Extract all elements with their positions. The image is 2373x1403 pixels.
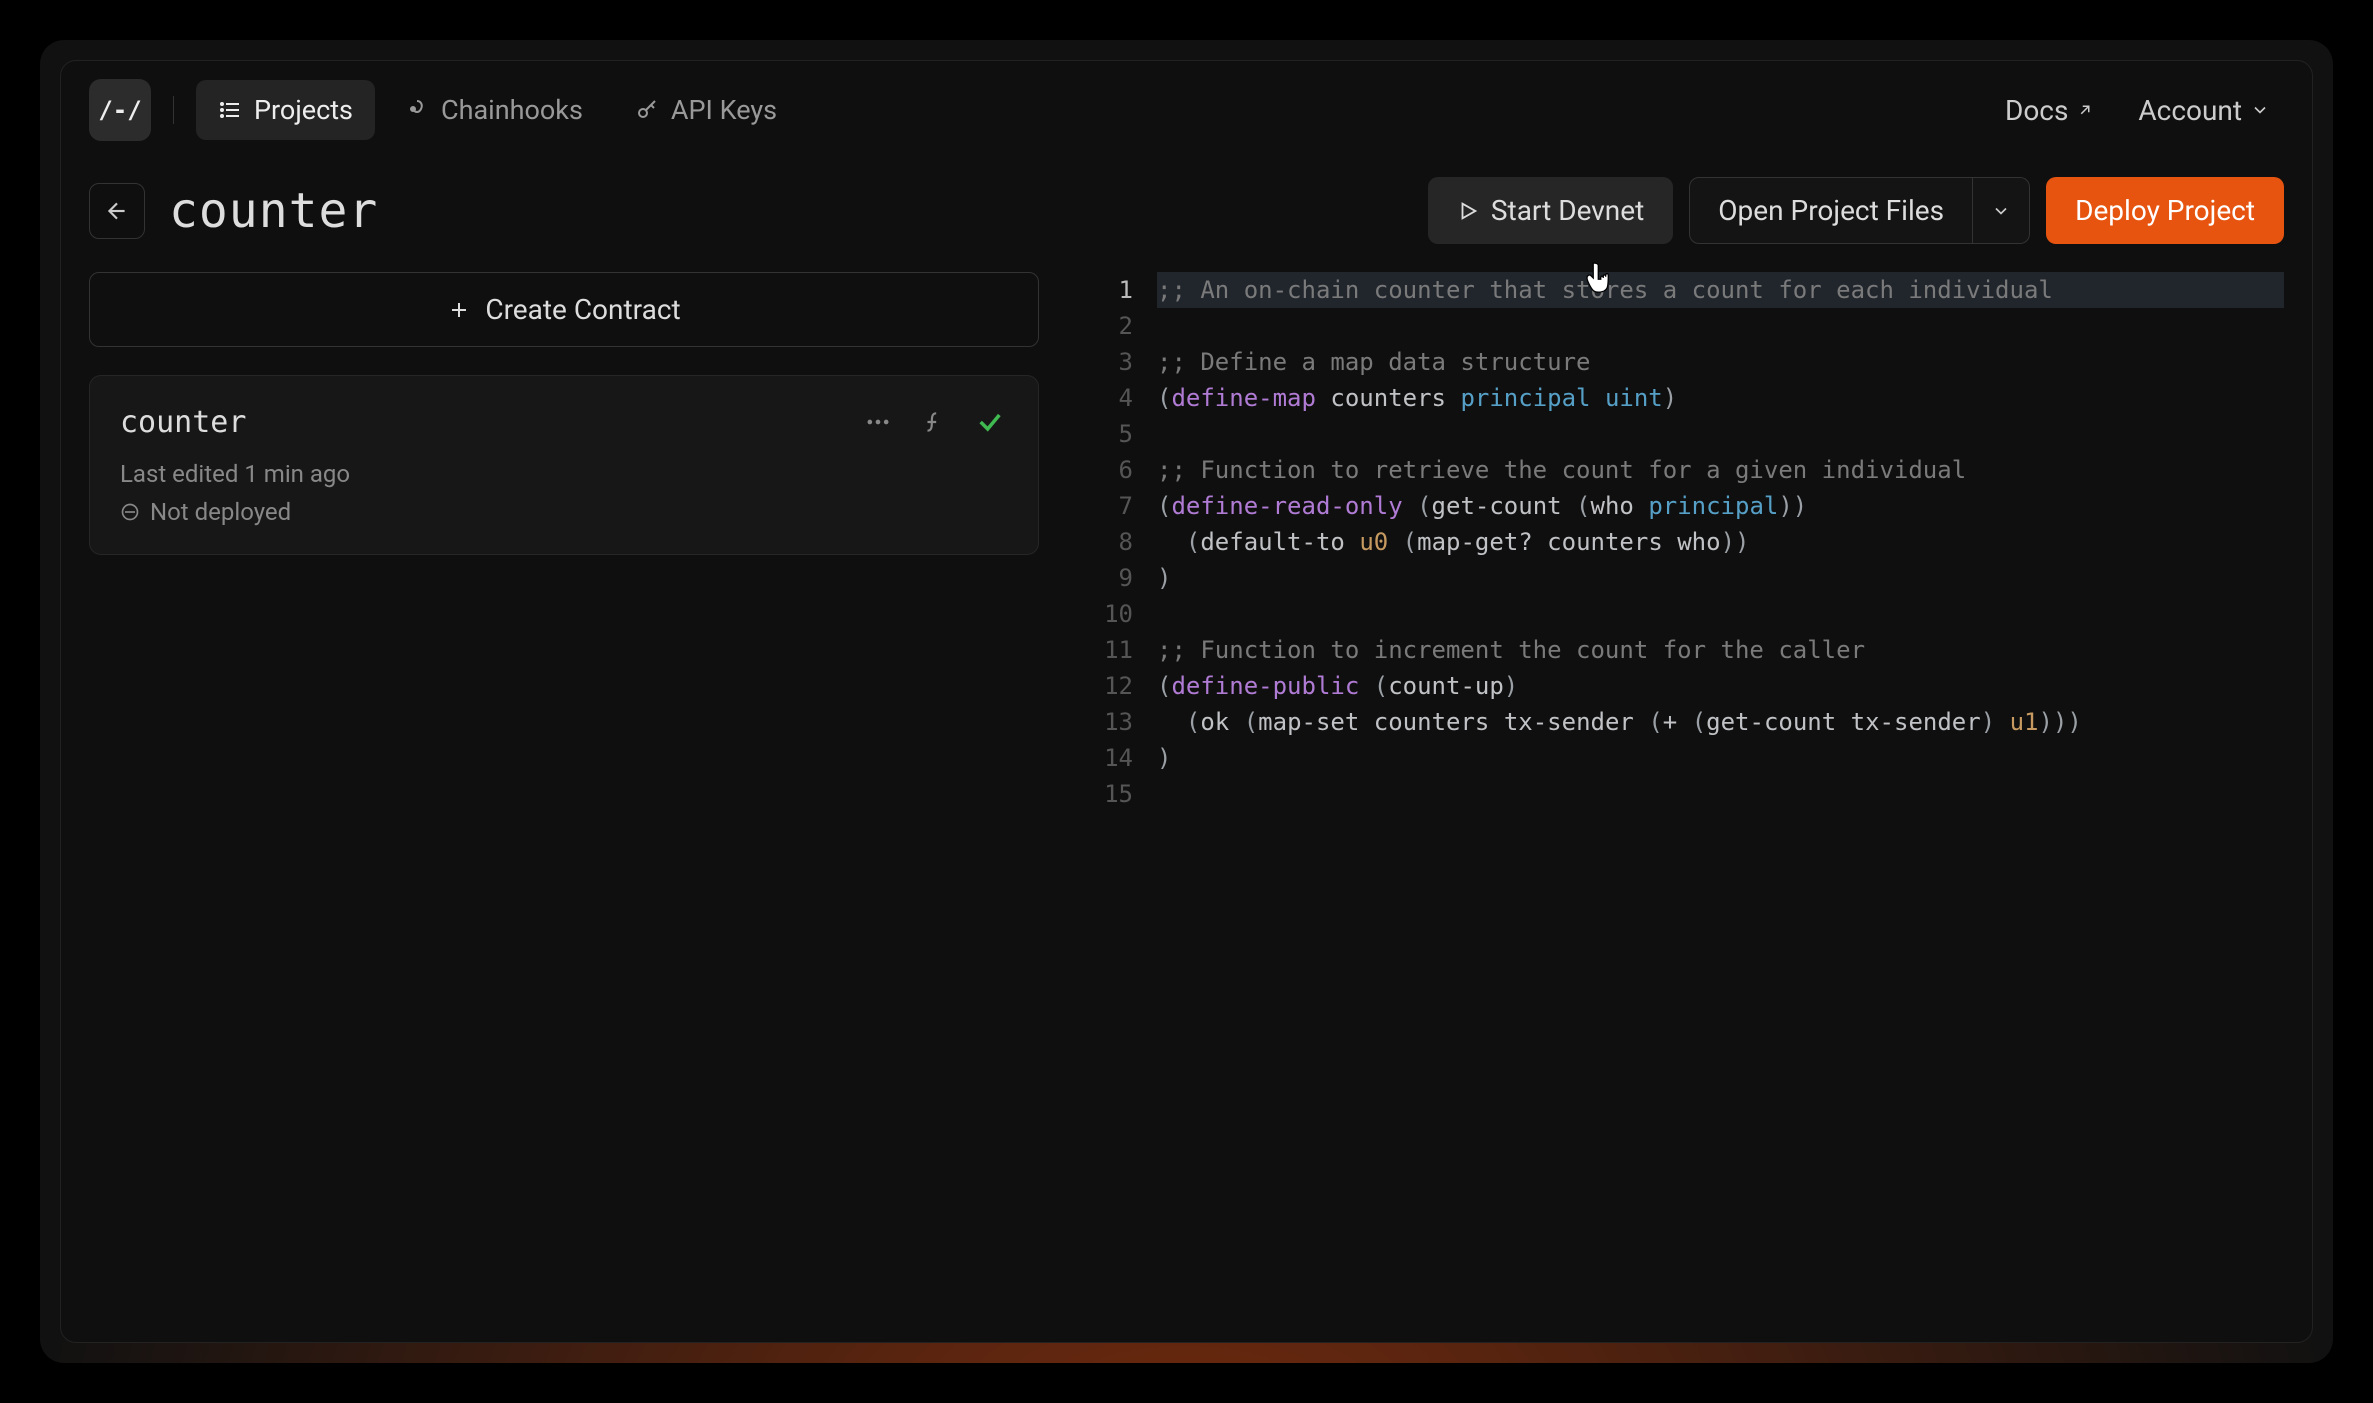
last-edited-label: Last edited 1 min ago	[120, 460, 1008, 488]
divider	[173, 96, 174, 124]
contract-card[interactable]: counter Last edited 1 min ago	[89, 375, 1039, 555]
project-title: counter	[169, 183, 378, 239]
play-icon	[1457, 200, 1479, 222]
line-number: 11	[1087, 632, 1133, 668]
nav-label: Chainhooks	[441, 94, 583, 126]
start-devnet-button[interactable]: Start Devnet	[1428, 177, 1673, 244]
chevron-down-icon	[2250, 100, 2270, 120]
line-number: 15	[1087, 776, 1133, 812]
topbar: /-/ Projects Chainhooks	[61, 61, 2312, 159]
docs-link[interactable]: Docs	[1991, 86, 2108, 135]
code-content[interactable]: ;; An on-chain counter that stores a cou…	[1157, 272, 2284, 1314]
open-files-dropdown[interactable]	[1973, 177, 2030, 244]
more-icon[interactable]	[860, 404, 896, 440]
line-number: 14	[1087, 740, 1133, 776]
sidebar: Create Contract counter	[89, 272, 1039, 1314]
code-line[interactable]: )	[1157, 560, 2284, 596]
subheader: counter Start Devnet Open Project Files	[61, 159, 2312, 272]
hook-icon	[405, 98, 429, 122]
code-line[interactable]: ;; Function to retrieve the count for a …	[1157, 452, 2284, 488]
line-gutter: 123456789101112131415	[1087, 272, 1157, 1314]
app-window: /-/ Projects Chainhooks	[60, 60, 2313, 1343]
account-menu[interactable]: Account	[2124, 86, 2284, 135]
function-icon[interactable]	[916, 404, 952, 440]
link-label: Account	[2138, 94, 2242, 127]
open-files-button[interactable]: Open Project Files	[1689, 177, 1973, 244]
code-line[interactable]: (define-public (count-up)	[1157, 668, 2284, 704]
nav-label: Projects	[254, 94, 353, 126]
nav-label: API Keys	[671, 94, 777, 126]
plus-icon	[447, 298, 471, 322]
line-number: 13	[1087, 704, 1133, 740]
code-line[interactable]	[1157, 596, 2284, 632]
key-icon	[635, 98, 659, 122]
code-line[interactable]: ;; Function to increment the count for t…	[1157, 632, 2284, 668]
line-number: 1	[1087, 272, 1133, 308]
code-line[interactable]: )	[1157, 740, 2284, 776]
logo-icon[interactable]: /-/	[89, 79, 151, 141]
open-files-group: Open Project Files	[1689, 177, 2030, 244]
button-label: Deploy Project	[2075, 194, 2255, 227]
line-number: 5	[1087, 416, 1133, 452]
deploy-button[interactable]: Deploy Project	[2046, 177, 2284, 244]
check-icon	[972, 404, 1008, 440]
back-button[interactable]	[89, 183, 145, 239]
code-line[interactable]: (default-to u0 (map-get? counters who))	[1157, 524, 2284, 560]
code-line[interactable]	[1157, 416, 2284, 452]
link-label: Docs	[2005, 94, 2068, 127]
circle-slash-icon	[120, 502, 140, 522]
list-icon	[218, 98, 242, 122]
button-label: Create Contract	[485, 293, 680, 326]
deploy-status: Not deployed	[120, 498, 1008, 526]
nav-projects[interactable]: Projects	[196, 80, 375, 140]
line-number: 12	[1087, 668, 1133, 704]
button-label: Start Devnet	[1491, 194, 1644, 227]
create-contract-button[interactable]: Create Contract	[89, 272, 1039, 347]
code-line[interactable]: (define-map counters principal uint)	[1157, 380, 2284, 416]
code-editor[interactable]: 123456789101112131415 ;; An on-chain cou…	[1087, 272, 2284, 1314]
code-line[interactable]	[1157, 776, 2284, 812]
arrow-left-icon	[104, 198, 130, 224]
line-number: 10	[1087, 596, 1133, 632]
nav-chainhooks[interactable]: Chainhooks	[383, 80, 605, 140]
contract-name: counter	[120, 405, 840, 440]
code-line[interactable]: ;; An on-chain counter that stores a cou…	[1157, 272, 2284, 308]
line-number: 6	[1087, 452, 1133, 488]
code-line[interactable]: ;; Define a map data structure	[1157, 344, 2284, 380]
nav-api-keys[interactable]: API Keys	[613, 80, 799, 140]
button-label: Open Project Files	[1718, 194, 1944, 227]
code-line[interactable]: (ok (map-set counters tx-sender (+ (get-…	[1157, 704, 2284, 740]
line-number: 7	[1087, 488, 1133, 524]
line-number: 2	[1087, 308, 1133, 344]
code-line[interactable]	[1157, 308, 2284, 344]
code-line[interactable]: (define-read-only (get-count (who princi…	[1157, 488, 2284, 524]
line-number: 4	[1087, 380, 1133, 416]
main-area: Create Contract counter	[61, 272, 2312, 1342]
line-number: 8	[1087, 524, 1133, 560]
chevron-down-icon	[1991, 201, 2011, 221]
line-number: 3	[1087, 344, 1133, 380]
external-icon	[2076, 101, 2094, 119]
action-bar: Start Devnet Open Project Files Deploy P…	[1428, 177, 2284, 244]
main-nav: Projects Chainhooks API Keys	[196, 80, 799, 140]
status-label: Not deployed	[150, 498, 291, 526]
line-number: 9	[1087, 560, 1133, 596]
